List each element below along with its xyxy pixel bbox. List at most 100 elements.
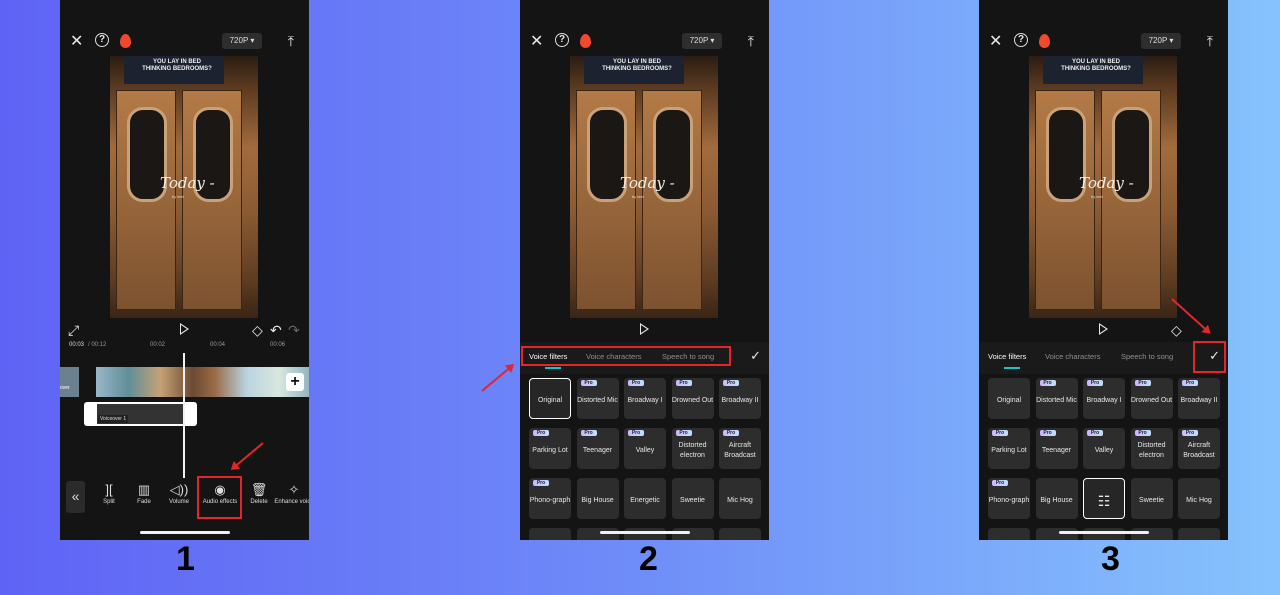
home-indicator	[600, 531, 690, 534]
resolution-dropdown[interactable]: 720P ▾	[222, 33, 262, 49]
pro-badge: Pro	[580, 380, 597, 386]
voice-filter-tile[interactable]: Pro Broadway II	[1178, 378, 1220, 419]
video-door-left	[576, 90, 636, 310]
voiceover-clip[interactable]: Voiceover 1	[84, 402, 197, 426]
voice-filter-tile[interactable]	[719, 528, 761, 540]
voice-filter-tile[interactable]: Sweetie	[1130, 478, 1173, 519]
annotation-arrow	[481, 364, 514, 392]
play-button[interactable]	[180, 323, 189, 335]
back-button[interactable]: «	[66, 481, 85, 513]
pro-badge: Pro	[628, 430, 644, 436]
voice-filter-label: Broadway II	[1180, 396, 1218, 404]
voice-filter-label: Sweetie	[680, 496, 705, 504]
tick-label: 00:02	[150, 342, 166, 348]
voice-filter-tile[interactable]: ☷	[1083, 478, 1125, 519]
voice-filter-tile[interactable]	[1035, 528, 1078, 540]
bottom-toolbar: « ][Split ▥ Fade ◁)) Volume ◉ Audio effects…	[60, 477, 309, 517]
voice-filter-label: Parking Lot	[991, 446, 1027, 454]
fullscreen-icon[interactable]: ⤢	[68, 320, 79, 340]
playhead[interactable]	[183, 353, 185, 478]
active-tab-indicator	[1004, 367, 1020, 369]
help-icon[interactable]: ?	[1014, 33, 1028, 47]
voice-filter-tile[interactable]: Pro Valley	[1083, 428, 1125, 469]
video-door-right	[1101, 90, 1161, 310]
voice-filter-tile[interactable]: Pro Parking Lot	[529, 428, 571, 469]
voice-filter-tile[interactable]: Pro Broadway II	[719, 378, 761, 419]
fire-icon[interactable]	[580, 34, 591, 48]
close-icon[interactable]: ✕	[989, 32, 1002, 52]
voice-filter-tile[interactable]: Pro Distorted Mic	[1035, 378, 1078, 419]
keyframe-icon[interactable]: ◇	[1171, 320, 1182, 340]
voice-filter-tile[interactable]: Pro Teenager	[1035, 428, 1078, 469]
top-bar: ✕ ? 720P ▾ ⤒	[979, 30, 1228, 54]
voice-filter-tile[interactable]: Pro Teenager	[576, 428, 619, 469]
close-icon[interactable]: ✕	[70, 32, 83, 52]
voice-filter-tile[interactable]: Energetic	[624, 478, 666, 519]
voice-filter-tile[interactable]: Pro Drowned Out	[671, 378, 714, 419]
voice-filter-tile[interactable]: Original	[988, 378, 1030, 419]
voice-filter-tile[interactable]: Pro Distorted electron	[671, 428, 714, 469]
tool-fade[interactable]: ▥ Fade	[124, 483, 164, 506]
tool-volume[interactable]: ◁)) Volume	[159, 483, 199, 506]
fire-icon[interactable]	[120, 34, 131, 48]
voice-filter-tile[interactable]	[988, 528, 1030, 540]
help-icon[interactable]: ?	[95, 33, 109, 47]
voice-filter-tile[interactable]: Pro Broadway I	[624, 378, 666, 419]
pro-badge: Pro	[1087, 380, 1103, 386]
undo-icon[interactable]: ↶	[270, 320, 282, 340]
export-icon[interactable]: ⤒	[288, 31, 294, 51]
voice-filter-tile[interactable]: Pro Drowned Out	[1130, 378, 1173, 419]
add-clip-button[interactable]: +	[286, 373, 304, 391]
resolution-dropdown[interactable]: 720P ▾	[1141, 33, 1181, 49]
tool-delete[interactable]: 🗑 Delete	[239, 483, 279, 506]
play-button[interactable]	[1099, 323, 1108, 335]
help-icon[interactable]: ?	[555, 33, 569, 47]
voice-filter-tile[interactable]	[1130, 528, 1173, 540]
voice-filter-tile[interactable]: Mic Hog	[719, 478, 761, 519]
home-indicator	[1059, 531, 1149, 534]
voice-filter-tile[interactable]: Pro Aircraft Broadcast	[1178, 428, 1220, 469]
video-track-strip[interactable]	[96, 367, 309, 397]
close-icon[interactable]: ✕	[530, 32, 543, 52]
voice-filter-tile[interactable]: Original	[529, 378, 571, 419]
tool-enhance-voice[interactable]: ✧Enhance voice	[274, 483, 309, 506]
tab-speech-to-song[interactable]: Speech to song	[1121, 352, 1173, 361]
voice-filter-label: Distorted electron	[678, 441, 707, 459]
voice-filter-tile[interactable]	[529, 528, 571, 540]
redo-icon[interactable]: ↷	[288, 320, 300, 340]
tab-voice-characters[interactable]: Voice characters	[1045, 352, 1100, 361]
tool-split[interactable]: ][Split	[89, 483, 129, 506]
voice-filter-tile[interactable]	[1083, 528, 1125, 540]
export-icon[interactable]: ⤒	[748, 31, 754, 51]
voice-filter-tile[interactable]: Pro Distorted electron	[1130, 428, 1173, 469]
fire-icon[interactable]	[1039, 34, 1050, 48]
pro-badge: Pro	[992, 430, 1008, 436]
voice-filter-tile[interactable]: Pro Aircraft Broadcast	[719, 428, 761, 469]
export-icon[interactable]: ⤒	[1207, 31, 1213, 51]
voice-filter-tile[interactable]: Pro Phono-graph	[529, 478, 571, 519]
voice-filter-tile[interactable]	[671, 528, 714, 540]
voice-filter-tile[interactable]: Pro Broadway I	[1083, 378, 1125, 419]
video-title-text: Today -	[160, 174, 215, 192]
voice-filter-tile[interactable]: Mic Hog	[1178, 478, 1220, 519]
resolution-dropdown[interactable]: 720P ▾	[682, 33, 722, 49]
voice-filter-tile[interactable]: Big House	[1035, 478, 1078, 519]
tab-voice-filters[interactable]: Voice filters	[988, 352, 1026, 361]
voice-filter-tile[interactable]	[576, 528, 619, 540]
cover-thumbnail[interactable]: over	[60, 367, 79, 397]
voice-filter-tile[interactable]: Pro Valley	[624, 428, 666, 469]
phone-screen-step-3: ✕ ? 720P ▾ ⤒ YOU LAY IN BED THINKING BED…	[979, 0, 1228, 540]
voice-filter-tile[interactable]: Sweetie	[671, 478, 714, 519]
voice-filter-tile[interactable]: Big House	[576, 478, 619, 519]
voice-filter-label: Original	[537, 396, 563, 404]
play-button[interactable]	[640, 323, 649, 335]
voice-filter-tile[interactable]: Pro Phono-graph	[988, 478, 1030, 519]
pro-badge: Pro	[723, 380, 739, 386]
pro-badge: Pro	[1087, 430, 1103, 436]
confirm-check-icon[interactable]: ✓	[750, 348, 761, 364]
voice-filter-tile[interactable]: Pro Parking Lot	[988, 428, 1030, 469]
voice-filter-tile[interactable]: Pro Distorted Mic	[576, 378, 619, 419]
keyframe-icon[interactable]: ◇	[252, 320, 263, 340]
voice-filter-tile[interactable]	[1178, 528, 1220, 540]
voice-filter-tile[interactable]	[624, 528, 666, 540]
